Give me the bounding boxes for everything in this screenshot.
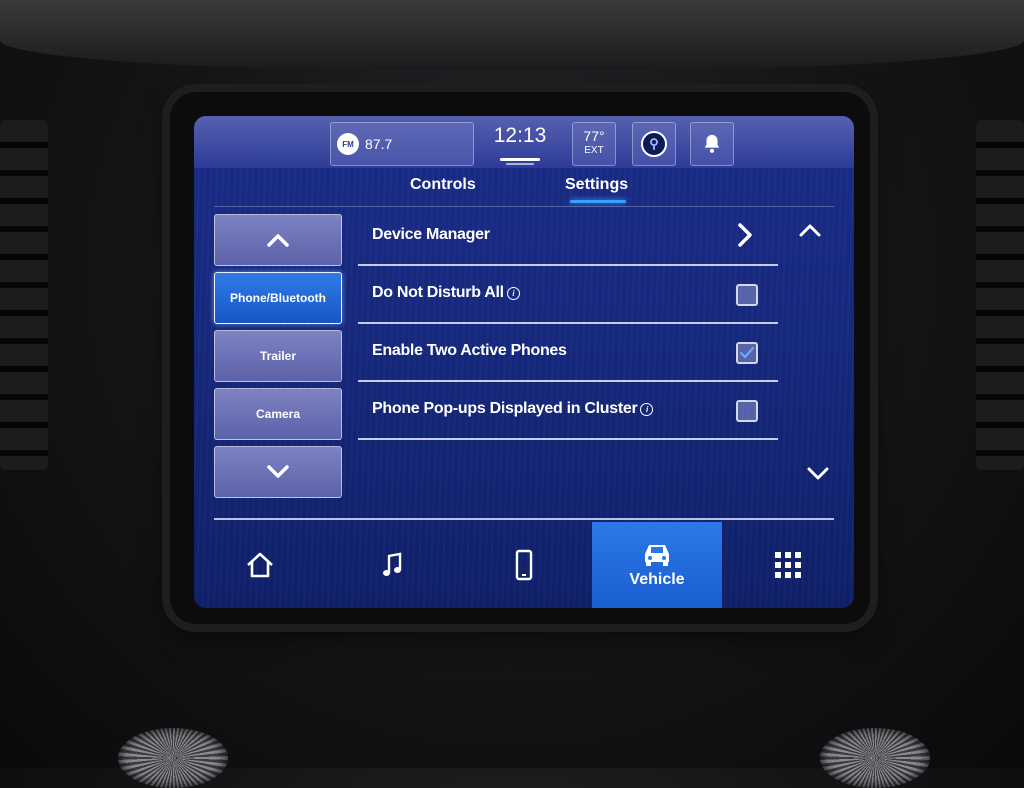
active-tab-indicator [570,200,626,203]
nav-media-button[interactable] [326,522,458,608]
bottom-nav-divider [214,518,834,520]
setting-label: Phone Pop-ups Displayed in Cluster i [372,400,654,418]
tab-divider [214,206,834,207]
tab-controls[interactable]: Controls [410,176,476,194]
chevron-right-icon [738,223,752,247]
setting-do-not-disturb-all[interactable]: Do Not Disturb All i [358,268,778,324]
row-divider [358,264,778,266]
infotainment-screen: FM 87.7 12:13 77° EXT ⚲ Controls Setting… [194,116,854,608]
setting-enable-two-active-phones[interactable]: Enable Two Active Phones [358,326,778,382]
bell-icon [704,134,720,153]
radio-shortcut-button[interactable]: FM 87.7 [330,122,474,166]
outside-temperature[interactable]: 77° EXT [572,122,616,166]
setting-label: Do Not Disturb All i [372,284,520,302]
sidebar-scroll-up-button[interactable] [214,214,342,266]
clock: 12:13 [493,124,547,147]
right-knob[interactable] [820,728,930,788]
assistant-icon: ⚲ [641,131,667,157]
do-not-disturb-checkbox[interactable] [736,284,758,306]
temperature-value: 77° [583,128,605,144]
setting-device-manager[interactable]: Device Manager [358,210,778,266]
dashboard-top [0,0,1024,70]
sidebar-item-phone-bluetooth[interactable]: Phone/Bluetooth [214,272,342,324]
chevron-up-icon [267,234,289,247]
radio-frequency: 87.7 [365,136,393,152]
nav-apps-button[interactable] [722,522,854,608]
setting-label: Enable Two Active Phones [372,342,567,359]
sidebar-item-trailer[interactable]: Trailer [214,330,342,382]
bottom-navigation: Vehicle [194,522,854,608]
music-note-icon [383,552,402,576]
two-active-phones-checkbox[interactable] [736,342,758,364]
row-divider [358,380,778,382]
apps-grid-icon [775,552,801,578]
sidebar-item-camera[interactable]: Camera [214,388,342,440]
clock-indicator-secondary [506,163,534,165]
nav-phone-button[interactable] [458,522,590,608]
nav-home-button[interactable] [194,522,326,608]
left-knob[interactable] [118,728,228,788]
sidebar-scroll-down-button[interactable] [214,446,342,498]
info-icon[interactable]: i [640,403,654,416]
tab-settings[interactable]: Settings [565,176,628,194]
setting-label: Device Manager [372,226,490,243]
phone-popups-checkbox[interactable] [736,400,758,422]
list-scroll-down-icon[interactable] [806,466,830,482]
home-icon [247,552,273,578]
row-divider [358,322,778,324]
list-scroll-up-icon[interactable] [798,222,822,238]
nav-vehicle-label: Vehicle [629,571,685,588]
clock-indicator [500,158,540,161]
fm-radio-icon: FM [337,133,359,155]
temperature-unit: EXT [584,145,604,156]
nav-vehicle-button[interactable]: Vehicle [592,522,722,608]
info-icon[interactable]: i [506,287,520,300]
notifications-button[interactable] [690,122,734,166]
right-air-vent [976,120,1024,470]
left-air-vent [0,120,48,470]
voice-assistant-button[interactable]: ⚲ [632,122,676,166]
phone-icon [515,549,533,581]
row-divider [358,438,778,440]
car-icon [645,545,669,566]
setting-phone-popups-in-cluster[interactable]: Phone Pop-ups Displayed in Cluster i [358,384,778,440]
chevron-down-icon [267,465,289,478]
checkmark-icon [739,346,755,359]
